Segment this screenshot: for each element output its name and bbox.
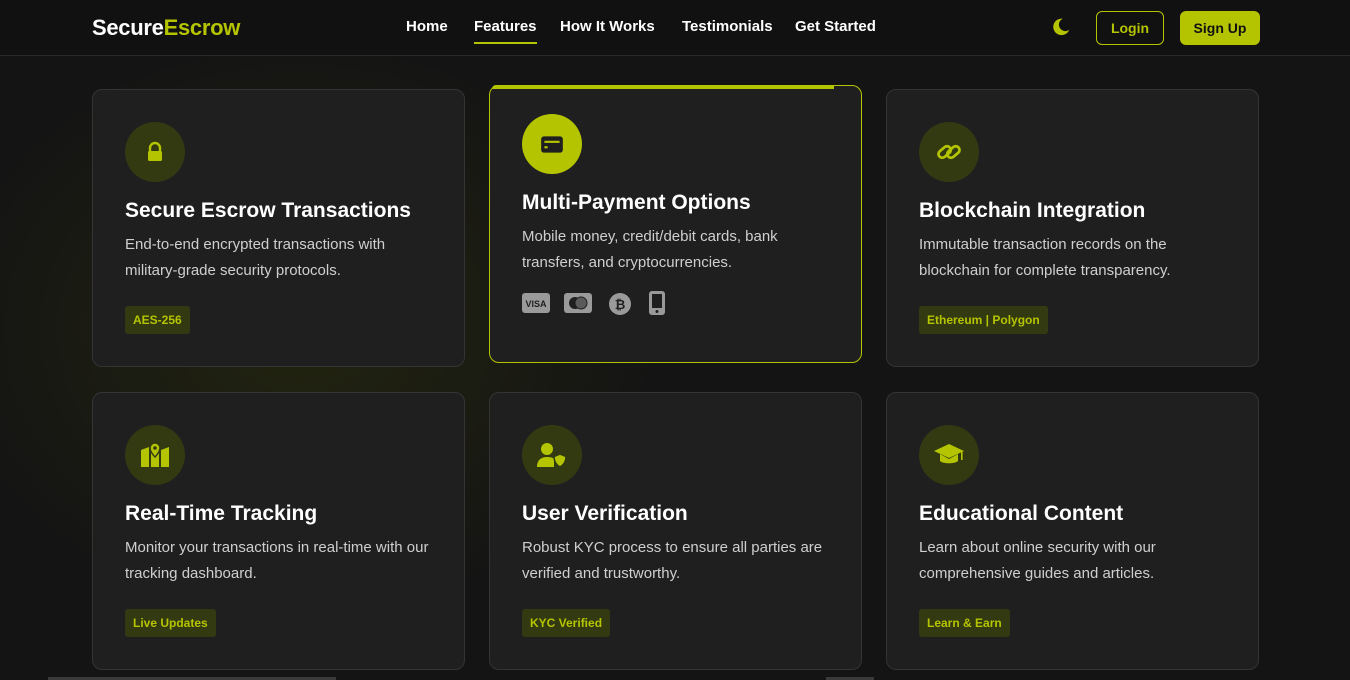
- svg-text:₿: ₿: [615, 297, 626, 312]
- visa-icon: VISA: [522, 292, 550, 319]
- feature-description: Mobile money, credit/debit cards, bank t…: [522, 228, 778, 271]
- feature-title: Multi-Payment Options: [522, 191, 751, 214]
- user-shield-icon: [522, 425, 582, 485]
- navbar: SecureEscrow Home Features How It Works …: [0, 0, 1350, 56]
- mastercard-icon: [564, 292, 592, 319]
- login-button[interactable]: Login: [1096, 11, 1164, 45]
- bitcoin-icon: ₿: [608, 292, 632, 321]
- map-marker-icon: [125, 425, 185, 485]
- logo[interactable]: SecureEscrow: [92, 15, 240, 41]
- feature-tag: Live Updates: [125, 609, 216, 637]
- feature-tag: AES-256: [125, 306, 190, 334]
- feature-description: End-to-end encrypted transactions with m…: [125, 236, 386, 279]
- feature-card-multi-payment[interactable]: Multi-Payment Options Mobile money, cred…: [489, 85, 862, 363]
- nav-link-get-started[interactable]: Get Started: [795, 18, 876, 35]
- feature-card-educational-content[interactable]: Educational Content Learn about online s…: [886, 392, 1259, 670]
- feature-card-user-verification[interactable]: User Verification Robust KYC process to …: [489, 392, 862, 670]
- mobile-phone-icon: [648, 290, 666, 321]
- feature-tag: Learn & Earn: [919, 609, 1010, 637]
- nav-link-testimonials[interactable]: Testimonials: [682, 18, 773, 35]
- link-icon: [919, 122, 979, 182]
- feature-title: Blockchain Integration: [919, 199, 1146, 222]
- wallet-icon: [522, 114, 582, 174]
- feature-title: Secure Escrow Transactions: [125, 199, 411, 222]
- feature-card-blockchain[interactable]: Blockchain Integration Immutable transac…: [886, 89, 1259, 367]
- feature-card-real-time-tracking[interactable]: Real-Time Tracking Monitor your transact…: [92, 392, 465, 670]
- logo-part1: Secure: [92, 15, 164, 40]
- feature-title: Real-Time Tracking: [125, 502, 318, 525]
- feature-tag: Ethereum | Polygon: [919, 306, 1048, 334]
- feature-description: Monitor your transactions in real-time w…: [125, 539, 429, 582]
- graduation-cap-icon: [919, 425, 979, 485]
- nav-link-home[interactable]: Home: [406, 18, 448, 35]
- nav-link-how-it-works[interactable]: How It Works: [560, 18, 655, 35]
- moon-icon[interactable]: [1050, 16, 1072, 38]
- feature-card-secure-escrow[interactable]: Secure Escrow Transactions End-to-end en…: [92, 89, 465, 367]
- signup-button[interactable]: Sign Up: [1180, 11, 1260, 45]
- lock-icon: [125, 122, 185, 182]
- feature-description: Learn about online security with our com…: [919, 539, 1156, 582]
- svg-text:VISA: VISA: [525, 299, 547, 309]
- feature-title: User Verification: [522, 502, 688, 525]
- feature-description: Immutable transaction records on the blo…: [919, 236, 1171, 279]
- logo-part2: Escrow: [163, 15, 241, 40]
- feature-title: Educational Content: [919, 502, 1124, 525]
- nav-link-features[interactable]: Features: [474, 18, 537, 44]
- feature-tag: KYC Verified: [522, 609, 611, 637]
- feature-description: Robust KYC process to ensure all parties…: [522, 539, 823, 582]
- featured-highlight-bar: [492, 85, 834, 89]
